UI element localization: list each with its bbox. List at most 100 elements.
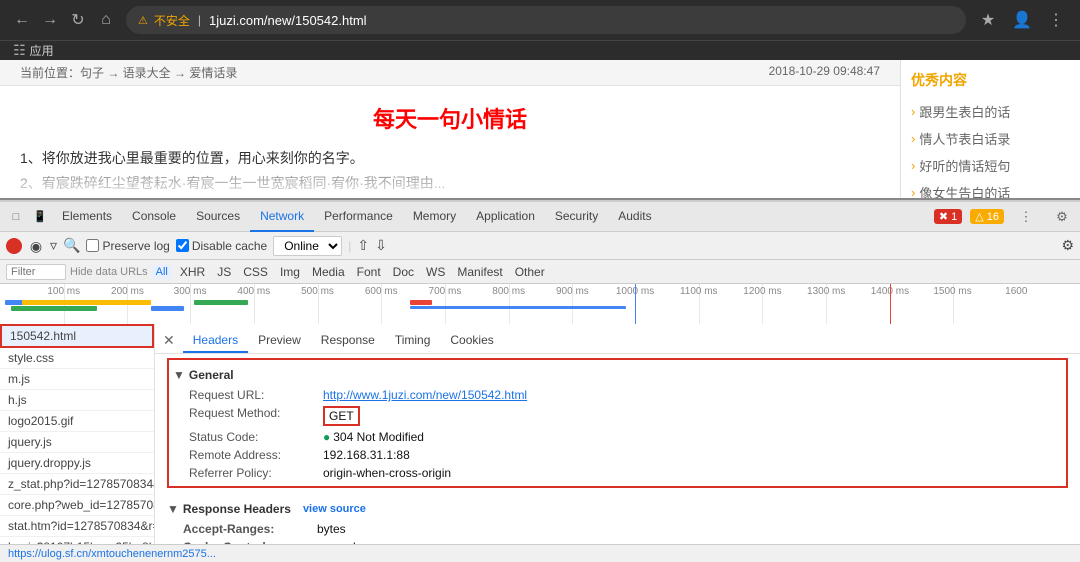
request-url-key: Request URL: xyxy=(189,388,319,402)
tab-memory[interactable]: Memory xyxy=(403,202,466,232)
import-button[interactable]: ⇧ xyxy=(357,237,369,254)
profile-button[interactable]: 👤 xyxy=(1008,6,1036,34)
devtools-more-button[interactable]: ⋮ xyxy=(1012,203,1040,231)
filter-img[interactable]: Img xyxy=(276,264,304,280)
tab-performance[interactable]: Performance xyxy=(314,202,403,232)
filter-js[interactable]: JS xyxy=(213,264,235,280)
sidebar-link-1[interactable]: 情人节表白话录 xyxy=(911,125,1070,152)
filter-media[interactable]: Media xyxy=(308,264,349,280)
separator: | xyxy=(198,13,201,27)
request-url-row: Request URL: http://www.1juzi.com/new/15… xyxy=(173,386,1062,404)
apps-icon: ☷ xyxy=(10,42,26,59)
response-headers-section: ▼ Response Headers view source Accept-Ra… xyxy=(155,492,1080,544)
tab-application[interactable]: Application xyxy=(466,202,545,232)
file-item-10[interactable]: hm.js?8107b15bacc25ba8b7f... xyxy=(0,537,154,544)
filter-ws[interactable]: WS xyxy=(422,264,449,280)
reload-button[interactable]: ↻ xyxy=(66,8,90,32)
breadcrumb-bar: 当前位置：句子 → 语录大全 → 爱情话录 2018-10-29 09:48:4… xyxy=(0,60,900,86)
devtools-settings-button[interactable]: ⚙ xyxy=(1048,203,1076,231)
tab-network[interactable]: Network xyxy=(250,202,314,232)
sidebar-link-2[interactable]: 好听的情话短句 xyxy=(911,152,1070,179)
browser-chrome: ← → ↻ ⌂ ⚠ 不安全 | ★ 👤 ⋮ ☷ 应用 xyxy=(0,0,1080,60)
bookmarks-bar: ☷ 应用 xyxy=(0,40,1080,60)
tab-elements[interactable]: Elements xyxy=(52,202,122,232)
rh-triangle-icon: ▼ xyxy=(167,502,179,516)
file-item-4[interactable]: logo2015.gif xyxy=(0,411,154,432)
file-list: 150542.html style.css m.js h.js logo2015… xyxy=(0,324,155,544)
sidebar-link-3[interactable]: 像女生告白的话 xyxy=(911,179,1070,200)
request-url-value[interactable]: http://www.1juzi.com/new/150542.html xyxy=(323,388,527,402)
remote-address-value: 192.168.31.1:88 xyxy=(323,448,410,462)
timeline: 100 ms 200 ms 300 ms 400 ms 500 ms 600 m… xyxy=(0,284,1080,324)
referrer-policy-value: origin-when-cross-origin xyxy=(323,466,451,480)
label-1100ms: 1100 ms xyxy=(680,286,718,297)
general-section-title[interactable]: ▼ General xyxy=(173,364,1062,386)
browser-toolbar: ← → ↻ ⌂ ⚠ 不安全 | ★ 👤 ⋮ xyxy=(0,0,1080,40)
menu-button[interactable]: ⋮ xyxy=(1042,6,1070,34)
filter-css[interactable]: CSS xyxy=(239,264,272,280)
file-item-1[interactable]: style.css xyxy=(0,348,154,369)
close-detail-button[interactable]: ✕ xyxy=(163,328,175,353)
file-item-8[interactable]: core.php?web_id=127857083... xyxy=(0,495,154,516)
status-code-value: 304 Not Modified xyxy=(323,430,424,444)
detail-tab-cookies[interactable]: Cookies xyxy=(440,328,503,353)
filter-doc[interactable]: Doc xyxy=(389,264,418,280)
filter-manifest[interactable]: Manifest xyxy=(453,264,506,280)
record-button[interactable] xyxy=(6,238,22,254)
file-item-5[interactable]: jquery.js xyxy=(0,432,154,453)
request-method-row: Request Method: GET xyxy=(173,404,1062,428)
detail-tab-response[interactable]: Response xyxy=(311,328,385,353)
page-content: 当前位置：句子 → 语录大全 → 爱情话录 2018-10-29 09:48:4… xyxy=(0,60,900,198)
forward-button[interactable]: → xyxy=(38,8,62,32)
search-button[interactable]: 🔍 xyxy=(63,237,80,254)
address-bar: ⚠ 不安全 | xyxy=(126,6,966,34)
tab-console[interactable]: Console xyxy=(122,202,186,232)
home-button[interactable]: ⌂ xyxy=(94,8,118,32)
devtools-inspect-button[interactable]: □ xyxy=(4,205,28,229)
tab-audits[interactable]: Audits xyxy=(608,202,661,232)
filter-other[interactable]: Other xyxy=(511,264,549,280)
label-100ms: 100 ms xyxy=(47,286,80,297)
toolbar-right: ★ 👤 ⋮ xyxy=(974,6,1070,34)
filter-input[interactable] xyxy=(6,264,66,280)
clear-button[interactable]: ◉ xyxy=(28,238,44,254)
file-item-9[interactable]: stat.htm?id=1278570834&r=h... xyxy=(0,516,154,537)
address-input[interactable] xyxy=(209,13,954,28)
detail-tab-preview[interactable]: Preview xyxy=(248,328,311,353)
disable-cache-label[interactable]: Disable cache xyxy=(176,239,267,253)
filter-font[interactable]: Font xyxy=(353,264,385,280)
detail-tab-headers[interactable]: Headers xyxy=(183,328,248,353)
label-1200ms: 1200 ms xyxy=(743,286,781,297)
back-button[interactable]: ← xyxy=(10,8,34,32)
tab-security[interactable]: Security xyxy=(545,202,608,232)
filter-xhr[interactable]: XHR xyxy=(176,264,209,280)
label-1500ms: 1500 ms xyxy=(933,286,971,297)
all-filter-badge[interactable]: All xyxy=(152,265,172,279)
status-bar-text: https://ulog.sf.cn/xmtouchenenernm2575..… xyxy=(8,548,216,560)
rh-key-0: Accept-Ranges: xyxy=(183,522,313,536)
bookmarks-apps-label[interactable]: 应用 xyxy=(30,42,54,59)
detail-tab-timing[interactable]: Timing xyxy=(385,328,441,353)
tl-req-3 xyxy=(151,306,183,311)
network-settings-button[interactable]: ⚙ xyxy=(1061,237,1074,254)
sidebar-link-0[interactable]: 跟男生表白的话 xyxy=(911,98,1070,125)
response-headers-title[interactable]: ▼ Response Headers view source xyxy=(167,498,1068,520)
filter-button[interactable]: ▿ xyxy=(50,237,57,254)
status-code-key: Status Code: xyxy=(189,430,319,444)
file-item-3[interactable]: h.js xyxy=(0,390,154,411)
bookmark-star-button[interactable]: ★ xyxy=(974,6,1002,34)
file-item-7[interactable]: z_stat.php?id=1278570834&... xyxy=(0,474,154,495)
disable-cache-checkbox[interactable] xyxy=(176,239,189,252)
preserve-log-checkbox[interactable] xyxy=(86,239,99,252)
method-highlight: GET xyxy=(323,406,360,426)
devtools-device-button[interactable]: 📱 xyxy=(28,205,52,229)
file-item-2[interactable]: m.js xyxy=(0,369,154,390)
network-throttle-select[interactable]: Online xyxy=(273,236,342,256)
view-source-link[interactable]: view source xyxy=(303,503,366,515)
file-item-0[interactable]: 150542.html xyxy=(0,324,154,348)
tab-sources[interactable]: Sources xyxy=(186,202,250,232)
tl-req-6 xyxy=(410,306,626,309)
export-button[interactable]: ⇩ xyxy=(375,237,387,254)
file-item-6[interactable]: jquery.droppy.js xyxy=(0,453,154,474)
preserve-log-label[interactable]: Preserve log xyxy=(86,239,169,253)
